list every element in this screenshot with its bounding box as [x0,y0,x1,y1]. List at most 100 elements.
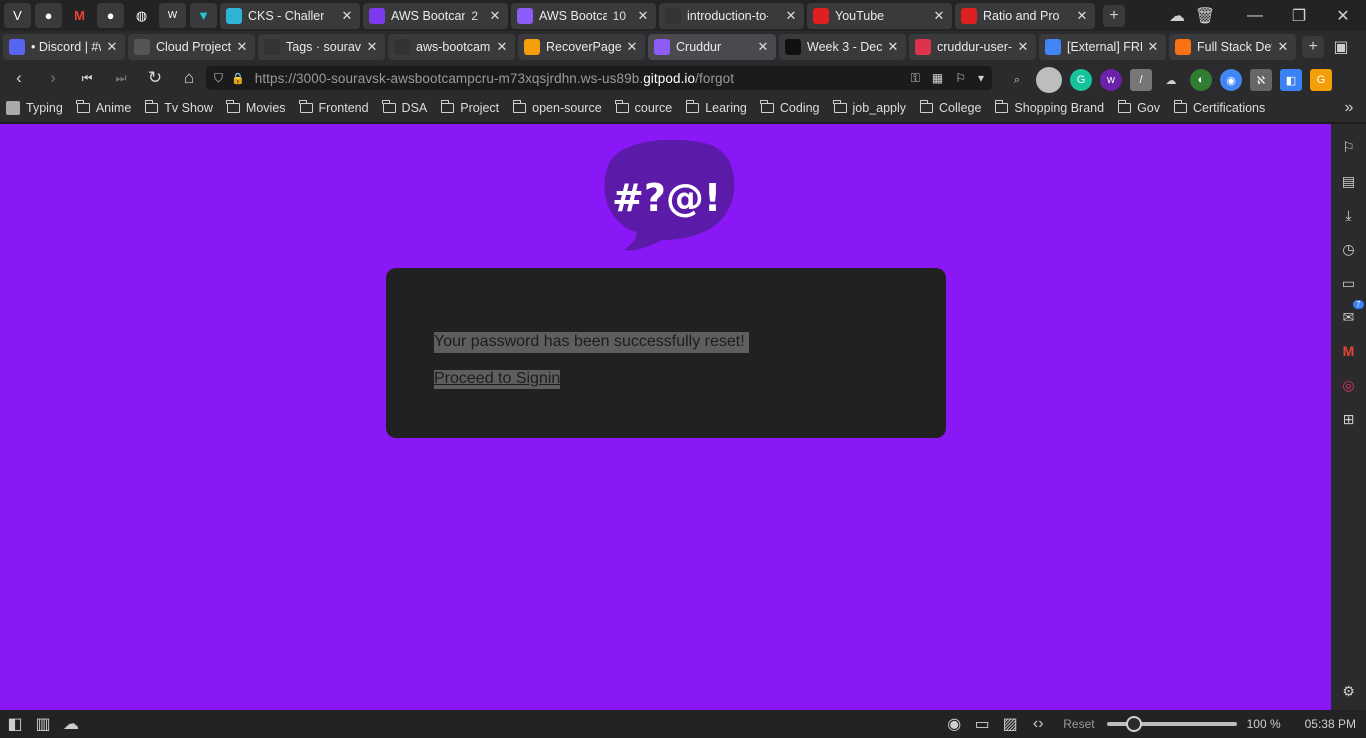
chrome-ext-icon[interactable]: ◉ [1220,69,1242,91]
bookmark-folder[interactable]: Coding [760,100,820,115]
github-icon[interactable]: ● [97,3,124,28]
bookmark-folder[interactable]: Movies [226,100,286,115]
close-icon[interactable]: ✕ [495,39,509,55]
capture-icon[interactable]: ◉ [943,713,965,735]
notes-icon[interactable]: ▭ [1338,272,1360,294]
gitpod-ext-icon[interactable]: G [1310,69,1332,91]
bookmark-folder[interactable]: Gov [1117,100,1160,115]
qr-icon[interactable]: ▦ [932,71,943,85]
close-icon[interactable]: ✕ [235,39,249,55]
grammarly-icon[interactable]: G [1070,69,1092,91]
chevron-down-icon[interactable]: ▾ [978,71,984,85]
bookmarks-overflow-icon[interactable]: » [1338,97,1360,119]
url-field[interactable]: ⛉ 🔒 https://3000-souravsk-awsbootcampcru… [206,66,992,90]
close-icon[interactable]: ✕ [1016,39,1030,55]
new-tab-icon[interactable]: + [1103,4,1125,27]
bookmark-folder[interactable]: Frontend [299,100,369,115]
zoom-slider-handle[interactable] [1125,716,1142,732]
bookmark-folder[interactable]: College [919,100,981,115]
bookmark-folder[interactable]: Project [440,100,499,115]
bookmark-folder[interactable]: Tv Show [144,100,213,115]
puzzle-ext-icon[interactable]: ◧ [1280,69,1302,91]
bookmark-folder[interactable]: cource [615,100,672,115]
close-window-icon[interactable]: ✕ [1332,5,1354,27]
tab-tiling-icon[interactable]: ▥ [32,713,54,735]
avatar[interactable] [1036,67,1062,93]
panel-toggle-icon[interactable]: ◧ [4,713,26,735]
tool-ext-icon[interactable]: ℵ [1250,69,1272,91]
back-icon[interactable]: ‹ [4,65,34,91]
bookmark-folder[interactable]: job_apply [833,100,906,115]
minimize-icon[interactable]: — [1244,5,1266,27]
bookmark-folder[interactable]: open-source [512,100,602,115]
reading-list-icon[interactable]: ▤ [1338,170,1360,192]
color-ext-icon[interactable]: ◐ [1190,69,1212,91]
reload-icon[interactable]: ↻ [140,65,170,91]
tab-1[interactable]: AWS Bootcamp 2 ✕ [363,2,508,29]
trash-icon[interactable]: 🗑 [1194,5,1216,27]
gmail-panel-icon[interactable]: M [1338,340,1360,362]
close-icon[interactable]: ✕ [488,8,502,24]
image-icon[interactable]: ▨ [999,713,1021,735]
bookmark-folder[interactable]: Anime [76,100,131,115]
sync-cloud-icon[interactable]: ☁ [60,713,82,735]
zoom-reset-button[interactable]: Reset [1063,717,1094,731]
mail-panel-icon[interactable]: ✉ 7 [1338,300,1364,328]
close-icon[interactable]: ✕ [625,39,639,55]
close-icon[interactable]: ✕ [1146,39,1160,55]
history-icon[interactable]: ◷ [1338,238,1360,260]
forward-icon[interactable]: › [38,65,68,91]
globe-icon[interactable]: ◍ [128,3,155,28]
wappalyzer-icon[interactable]: w [1100,69,1122,91]
vs-icon[interactable]: ▼ [190,3,217,28]
rewind-icon[interactable]: ⏮ [72,65,102,91]
code-icon[interactable]: ‹› [1027,713,1049,735]
tab-5[interactable]: Ratio and Propor ✕ [955,2,1095,29]
vivaldi-icon[interactable]: V [4,3,31,28]
downloads-icon[interactable]: ⤓ [1338,204,1360,226]
home-icon[interactable]: ⌂ [174,65,204,91]
bookmark-icon[interactable]: ⚐ [955,71,966,85]
window-icon[interactable]: ▭ [971,713,993,735]
extension-icon[interactable]: / [1130,69,1152,91]
restore-icon[interactable]: ❐ [1288,5,1310,27]
fast-forward-icon[interactable]: ⏭ [106,65,136,91]
cloud-icon[interactable]: ☁ [1166,5,1188,27]
stack-tab-2[interactable]: Tags · souravs ✕ [258,33,385,60]
lock-icon[interactable]: 🔒 [231,72,245,85]
w-icon[interactable]: W [159,3,186,28]
close-icon[interactable]: ✕ [1075,8,1089,24]
settings-gear-icon[interactable]: ⚙ [1338,680,1360,702]
close-icon[interactable]: ✕ [784,8,798,24]
instagram-icon[interactable]: ◎ [1338,374,1360,396]
bookmark-folder[interactable]: Learing [685,100,747,115]
tab-2[interactable]: AWS Bootcamp 10 ✕ [511,2,656,29]
stack-tab-5[interactable]: Cruddur ✕ [648,33,776,60]
github-icon[interactable]: ● [35,3,62,28]
stack-tab-8[interactable]: [External] FRE ✕ [1039,33,1166,60]
close-icon[interactable]: ✕ [1276,39,1290,55]
tab-4[interactable]: YouTube ✕ [807,2,952,29]
zoom-slider[interactable] [1106,716,1237,732]
bookmark-folder[interactable]: DSA [382,100,427,115]
bookmark-folder[interactable]: Certifications [1173,100,1265,115]
key-icon[interactable]: ⚿ [911,71,920,86]
tab-3[interactable]: introduction-to- ✕ [659,2,804,29]
close-icon[interactable]: ✕ [932,8,946,24]
close-icon[interactable]: ✕ [340,8,354,24]
stack-tab-0[interactable]: • Discord | #w ✕ [3,33,125,60]
close-icon[interactable]: ✕ [365,39,379,55]
stack-tab-9[interactable]: Full Stack Dev ✕ [1169,33,1296,60]
new-tab-icon[interactable]: + [1302,35,1324,58]
search-icon[interactable]: ⌕ [1006,69,1028,91]
add-panel-icon[interactable]: ⊞ [1338,408,1360,430]
shield-icon[interactable]: ⛉ [214,71,223,86]
close-icon[interactable]: ✕ [105,39,119,55]
cloud-ext-icon[interactable]: ☁ [1160,69,1182,91]
bookmark-folder[interactable]: Shopping Brand [994,100,1104,115]
proceed-signin-link[interactable]: Proceed to Signin [434,370,561,389]
close-icon[interactable]: ✕ [636,8,650,24]
stack-tab-6[interactable]: Week 3 - Dec ✕ [779,33,906,60]
stack-tab-3[interactable]: aws-bootcamp ✕ [388,33,515,60]
stack-tab-1[interactable]: Cloud Project ✕ [128,33,255,60]
